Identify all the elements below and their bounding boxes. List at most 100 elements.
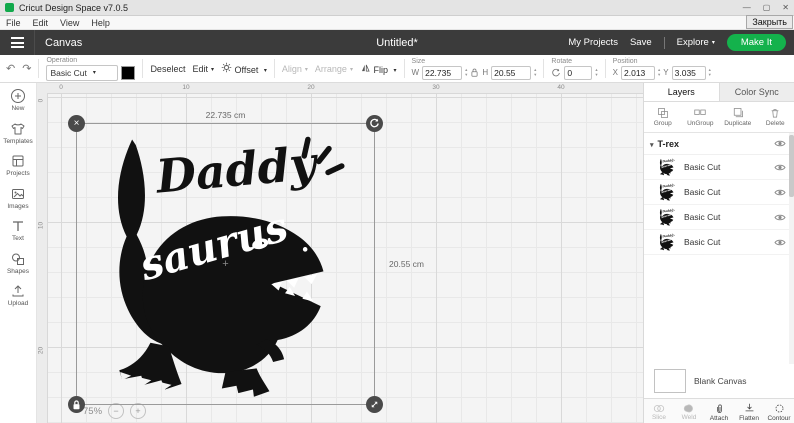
sidebar-item-new[interactable]: New	[0, 88, 36, 112]
width-input[interactable]	[422, 65, 463, 80]
height-stepper[interactable]	[534, 68, 536, 77]
edit-toolbar: ↶ ↷ Operation Basic Cut Deselect Edit Of…	[0, 55, 794, 83]
menu-help[interactable]: Help	[91, 18, 110, 28]
layer-row[interactable]: Basic Cut	[644, 155, 794, 180]
operation-select[interactable]: Basic Cut	[46, 64, 119, 81]
align-dropdown[interactable]: Align	[282, 64, 308, 74]
layer-row[interactable]: Basic Cut	[644, 230, 794, 255]
sidebar-item-upload[interactable]: Upload	[0, 283, 36, 307]
sidebar-item-images[interactable]: Images	[0, 186, 36, 210]
sidebar-item-text[interactable]: Text	[0, 218, 36, 242]
design-text-line1: Daddy	[152, 136, 321, 204]
lock-handle-icon[interactable]	[68, 396, 85, 413]
color-swatch[interactable]	[121, 65, 136, 80]
width-stepper[interactable]	[465, 68, 467, 77]
edit-dropdown[interactable]: Edit	[192, 64, 214, 74]
undo-icon[interactable]: ↶	[6, 62, 15, 75]
deselect-button[interactable]: Deselect	[150, 64, 185, 74]
maximize-icon[interactable]: ▢	[763, 3, 771, 12]
arrange-dropdown[interactable]: Arrange	[315, 64, 353, 74]
delete-handle-icon[interactable]: ×	[68, 115, 85, 132]
layers-scrollbar[interactable]	[789, 133, 794, 364]
group-button[interactable]: Group	[644, 102, 682, 132]
selection-height-label: 20.55 cm	[389, 259, 424, 269]
eye-icon[interactable]	[774, 139, 786, 148]
lock-ratio-icon[interactable]	[470, 67, 479, 78]
flatten-button[interactable]: Flatten	[734, 399, 764, 423]
y-stepper[interactable]	[709, 68, 711, 77]
design-canvas[interactable]: 0 10 20 30 40 0 10 20 22.735 cm 20.55 cm	[37, 83, 643, 423]
selection-width-label: 22.735 cm	[205, 110, 246, 120]
title-bar: Cricut Design Space v7.0.5 — ▢ ✕	[0, 0, 794, 16]
layer-group-row[interactable]: T-rex	[644, 133, 794, 155]
cricut-design-space-window: Cricut Design Space v7.0.5 — ▢ ✕ Закрыть…	[0, 0, 794, 423]
explore-dropdown[interactable]: Explore	[677, 37, 715, 48]
menu-edit[interactable]: Edit	[33, 18, 49, 28]
app-header: Canvas Untitled* My Projects Save Explor…	[0, 30, 794, 55]
hamburger-menu-icon[interactable]	[0, 30, 35, 55]
layer-row[interactable]: Basic Cut	[644, 205, 794, 230]
eye-icon[interactable]	[774, 238, 786, 247]
zoom-controls: 75% − +	[83, 403, 147, 419]
y-input[interactable]	[671, 65, 706, 80]
offset-icon	[221, 62, 232, 73]
ungroup-button[interactable]: UnGroup	[682, 102, 720, 132]
layer-thumbnail	[659, 233, 675, 251]
close-tooltip: Закрыть	[746, 15, 793, 29]
layer-thumbnail	[659, 183, 675, 201]
rotate-input[interactable]	[564, 65, 593, 80]
layer-group-name: T-rex	[657, 138, 680, 149]
menu-file[interactable]: File	[6, 18, 21, 28]
tab-layers[interactable]: Layers	[644, 83, 719, 101]
minimize-icon[interactable]: —	[743, 3, 751, 12]
flip-icon	[361, 64, 370, 72]
delete-button[interactable]: Delete	[757, 102, 794, 132]
eye-icon[interactable]	[774, 163, 786, 172]
close-icon[interactable]: ✕	[782, 3, 789, 12]
zoom-in-icon[interactable]: +	[130, 403, 147, 419]
resize-handle-icon[interactable]	[366, 396, 383, 413]
position-label: Position	[612, 57, 638, 65]
selection-bounding-box[interactable]: 22.735 cm 20.55 cm Daddy saurus + ×	[68, 110, 424, 413]
rotate-stepper[interactable]	[595, 68, 597, 77]
contour-button[interactable]: Contour	[764, 399, 794, 423]
save-link[interactable]: Save	[630, 37, 652, 48]
layer-label: Basic Cut	[684, 162, 721, 172]
eye-icon[interactable]	[774, 188, 786, 197]
chevron-down-icon[interactable]	[650, 139, 654, 149]
height-input[interactable]	[491, 65, 532, 80]
menu-view[interactable]: View	[60, 18, 79, 28]
menu-bar: File Edit View Help	[0, 16, 794, 30]
blank-canvas-row[interactable]: Blank Canvas	[644, 364, 794, 398]
x-input[interactable]	[621, 65, 656, 80]
duplicate-button[interactable]: Duplicate	[719, 102, 757, 132]
tab-color-sync[interactable]: Color Sync	[718, 83, 794, 101]
blank-canvas-label: Blank Canvas	[694, 376, 747, 386]
layer-tools-bar: Slice Weld Attach Flatten Contour	[644, 398, 794, 423]
scrollbar-thumb[interactable]	[789, 135, 794, 197]
layers-panel: Layers Color Sync Group UnGroup Duplicat…	[643, 83, 794, 423]
layer-row[interactable]: Basic Cut	[644, 180, 794, 205]
attach-button[interactable]: Attach	[704, 399, 734, 423]
window-title: Cricut Design Space v7.0.5	[19, 2, 129, 13]
offset-button[interactable]: Offset	[221, 62, 267, 75]
x-stepper[interactable]	[658, 68, 660, 77]
eye-icon[interactable]	[774, 213, 786, 222]
group-icon	[657, 108, 668, 118]
shapes-icon	[12, 253, 24, 265]
document-title: Untitled*	[376, 36, 418, 49]
flip-dropdown[interactable]: Flip	[360, 63, 397, 75]
zoom-out-icon[interactable]: −	[108, 403, 125, 419]
blank-canvas-swatch[interactable]	[654, 369, 686, 393]
redo-icon[interactable]: ↷	[22, 62, 31, 75]
layer-thumbnail	[659, 208, 675, 226]
zoom-level[interactable]: 75%	[83, 406, 102, 417]
rotate-handle-icon[interactable]	[366, 115, 383, 132]
sidebar-item-shapes[interactable]: Shapes	[0, 251, 36, 275]
weld-button[interactable]: Weld	[674, 399, 704, 423]
sidebar-item-templates[interactable]: Templates	[0, 121, 36, 145]
make-it-button[interactable]: Make It	[726, 34, 786, 51]
my-projects-link[interactable]: My Projects	[568, 37, 618, 48]
slice-button[interactable]: Slice	[644, 399, 674, 423]
sidebar-item-projects[interactable]: Projects	[0, 153, 36, 177]
